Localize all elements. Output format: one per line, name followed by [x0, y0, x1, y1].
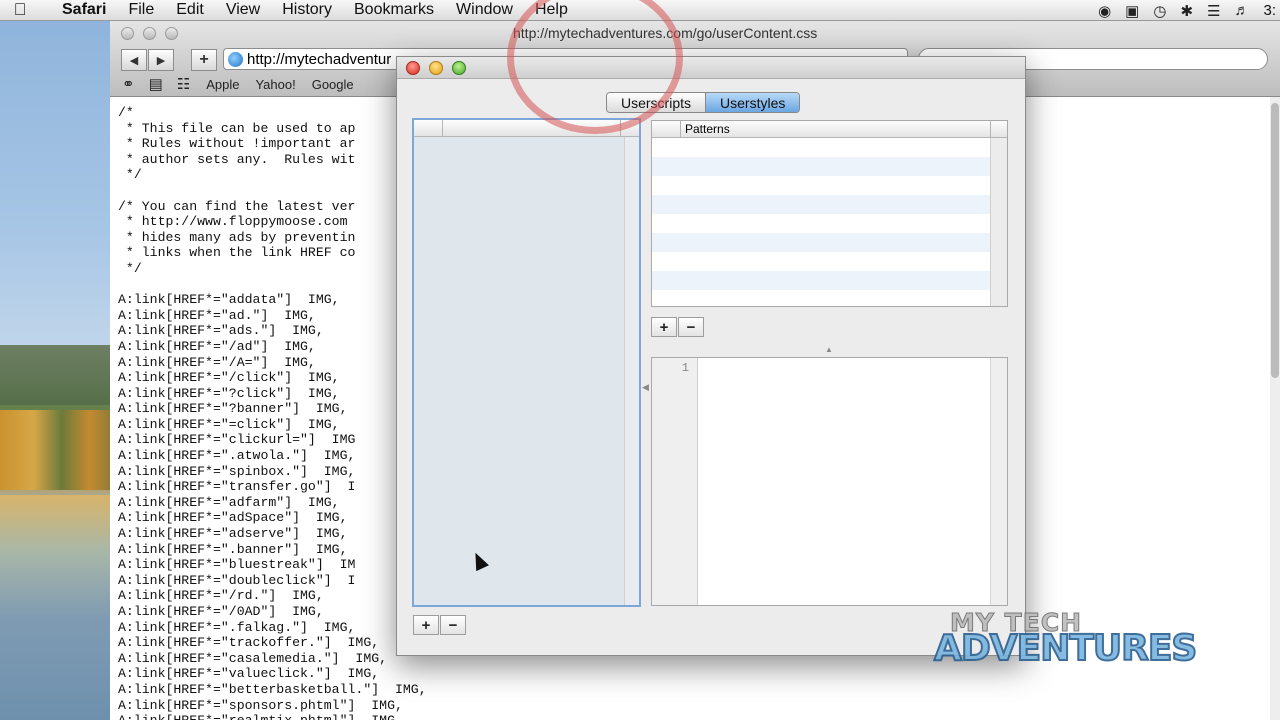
styles-list[interactable]	[412, 118, 641, 607]
watermark-logo-bottom: ADVENTURES	[933, 627, 1198, 670]
table-row[interactable]	[652, 271, 990, 290]
vertical-splitter-icon[interactable]: ▲	[825, 345, 833, 354]
wallpaper-mountains	[0, 345, 112, 405]
scrollbar-thumb[interactable]	[1271, 103, 1279, 378]
styles-list-scrollbar[interactable]	[624, 137, 639, 605]
list-header-col-enabled[interactable]	[414, 120, 443, 136]
patterns-scrollbar[interactable]	[990, 138, 1007, 306]
table-row[interactable]	[652, 157, 990, 176]
reading-glasses-icon[interactable]: ⚭	[122, 75, 135, 93]
globe-icon	[228, 51, 243, 67]
add-style-button[interactable]: +	[413, 615, 439, 635]
menu-history[interactable]: History	[271, 1, 343, 19]
patterns-column-header[interactable]: Patterns	[681, 121, 991, 137]
userstyles-dialog: Userscripts Userstyles + − ◀ Patterns +	[396, 56, 1026, 656]
menu-app-name[interactable]: Safari	[40, 1, 117, 19]
apple-menu-icon[interactable]: 	[0, 0, 40, 20]
table-row[interactable]	[652, 214, 990, 233]
table-row[interactable]	[652, 290, 990, 309]
forward-button[interactable]: ▶	[148, 49, 174, 71]
menu-edit[interactable]: Edit	[165, 1, 215, 19]
table-row[interactable]	[652, 176, 990, 195]
bookmark-yahoo[interactable]: Yahoo!	[255, 77, 295, 92]
status-menu-icon[interactable]: ◉	[1098, 2, 1111, 20]
address-text: http://mytechadventur	[247, 50, 392, 68]
code-line: A:link[HREF*="sponsors.phtml"] IMG,	[118, 697, 403, 713]
style-code-editor[interactable]: 1	[651, 357, 1008, 606]
editor-line-gutter: 1	[652, 358, 698, 605]
remove-style-button[interactable]: −	[440, 615, 466, 635]
line-number: 1	[681, 361, 689, 375]
patterns-table[interactable]: Patterns	[651, 120, 1008, 307]
forward-arrow-icon: ▶	[156, 54, 166, 67]
menu-bookmarks[interactable]: Bookmarks	[343, 1, 445, 19]
dialog-minimize-button[interactable]	[429, 61, 443, 75]
patterns-rows	[652, 138, 990, 306]
wifi-icon[interactable]: ☰	[1207, 2, 1220, 20]
volume-icon[interactable]: ♬	[1234, 2, 1249, 19]
window-minimize-button[interactable]	[143, 27, 156, 40]
code-line: A:link[HREF*="betterbasketball."] IMG,	[118, 681, 427, 697]
bluetooth-icon[interactable]: ✱	[1180, 2, 1193, 20]
patterns-header-col-check[interactable]	[652, 121, 681, 137]
add-bookmark-button[interactable]: +	[191, 49, 217, 71]
code-line: A:link[HREF*="realmtix.phtml"] IMG,	[118, 713, 518, 720]
bookmarks-book-icon[interactable]: ▤	[149, 75, 163, 93]
add-pattern-button[interactable]: +	[651, 317, 677, 337]
dialog-close-button[interactable]	[406, 61, 420, 75]
menu-window[interactable]: Window	[445, 1, 524, 19]
wallpaper-trees	[0, 410, 112, 490]
menu-file[interactable]: File	[117, 1, 165, 19]
time-machine-icon[interactable]: ◷	[1153, 2, 1166, 20]
window-zoom-button[interactable]	[165, 27, 178, 40]
top-sites-grid-icon[interactable]: ☷	[177, 75, 190, 93]
page-scrollbar[interactable]	[1270, 97, 1280, 720]
dialog-zoom-button[interactable]	[452, 61, 466, 75]
dialog-titlebar	[397, 57, 1025, 79]
table-row[interactable]	[652, 252, 990, 271]
wallpaper-lake	[0, 495, 112, 720]
tab-userstyles[interactable]: Userstyles	[705, 93, 800, 112]
bookmark-apple[interactable]: Apple	[206, 77, 239, 92]
back-arrow-icon: ◀	[129, 54, 139, 67]
patterns-header-row: Patterns	[652, 121, 1007, 138]
menu-view[interactable]: View	[215, 1, 271, 19]
menu-clock[interactable]: 3:	[1263, 2, 1276, 19]
window-close-button[interactable]	[121, 27, 134, 40]
splitter-handle-icon[interactable]: ◀	[642, 382, 649, 393]
remove-pattern-button[interactable]: −	[678, 317, 704, 337]
code-line: A:link[HREF*="valueclick."] IMG,	[118, 666, 380, 682]
screen-recorder-icon[interactable]: ▣	[1125, 2, 1139, 20]
table-row[interactable]	[652, 195, 990, 214]
menu-extras: ◉ ▣ ◷ ✱ ☰ ♬ 3:	[1098, 0, 1280, 21]
editor-scrollbar[interactable]	[990, 358, 1007, 605]
table-row[interactable]	[652, 138, 990, 157]
bookmark-google[interactable]: Google	[312, 77, 354, 92]
table-row[interactable]	[652, 233, 990, 252]
back-button[interactable]: ◀	[121, 49, 147, 71]
